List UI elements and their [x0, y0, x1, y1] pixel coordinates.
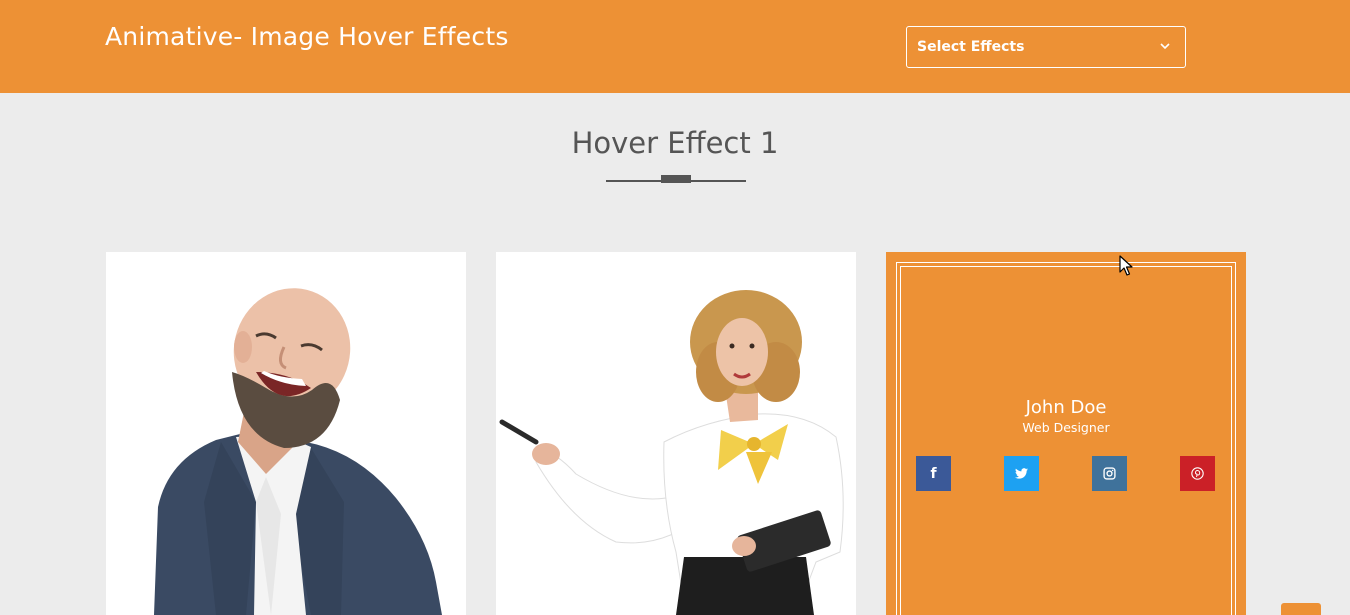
frame-border-inner	[900, 266, 1232, 615]
profile-photo-man	[154, 288, 442, 615]
profile-photo-woman	[499, 290, 844, 615]
facebook-icon: f	[930, 465, 937, 482]
effects-select[interactable]: Select Effects	[906, 26, 1186, 68]
profile-role: Web Designer	[1022, 420, 1110, 435]
profile-card-2[interactable]	[496, 252, 856, 615]
instagram-button[interactable]	[1092, 456, 1127, 491]
profile-name: John Doe	[1025, 397, 1107, 418]
twitter-button[interactable]	[1004, 456, 1039, 491]
mouse-cursor-icon	[1119, 255, 1133, 276]
facebook-button[interactable]: f	[916, 456, 951, 491]
pinterest-icon	[1191, 467, 1204, 480]
pinterest-button[interactable]	[1180, 456, 1215, 491]
section-title: Hover Effect 1	[571, 126, 779, 160]
title-divider	[606, 175, 746, 185]
twitter-icon	[1015, 468, 1028, 479]
profile-card-3-hovered[interactable]: John Doe Web Designer f	[886, 252, 1246, 615]
scroll-to-top-button[interactable]	[1281, 603, 1321, 615]
chevron-down-icon	[1160, 43, 1170, 50]
top-header: Animative- Image Hover Effects Select Ef…	[0, 0, 1350, 93]
app-title: Animative- Image Hover Effects	[105, 22, 509, 51]
profile-card-1[interactable]	[106, 252, 466, 615]
effects-select-label: Select Effects	[917, 39, 1025, 55]
instagram-icon	[1103, 467, 1116, 480]
